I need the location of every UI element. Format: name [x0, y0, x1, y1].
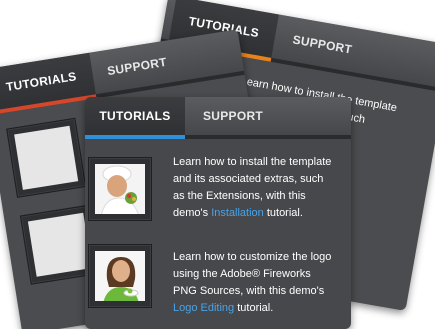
woman-photo: [27, 212, 92, 277]
text-suffix: tutorial.: [234, 302, 274, 314]
woman-illustration: [95, 251, 145, 301]
text-suffix: tutorial.: [263, 207, 303, 219]
tab-label: TUTORIALS: [4, 69, 78, 95]
accent-bar: [85, 135, 351, 139]
tab-bar: TUTORIALS SUPPORT: [85, 97, 351, 135]
logo-editing-link[interactable]: Logo Editing: [173, 302, 234, 314]
text-line: PNG Sources, with this demo's: [173, 285, 325, 297]
chef-photo: [95, 164, 145, 214]
thumbnail: [88, 244, 152, 308]
text-line: Learn how to customize the logo: [173, 251, 332, 263]
text-prefix: demo's: [173, 207, 212, 219]
thumbnail: [88, 157, 152, 221]
text-line: demo's Installation tutorial.: [173, 205, 351, 222]
tutorial-panel-front: TUTORIALS SUPPORT Learn how to install t…: [85, 97, 351, 329]
text-line: Learn how to install the template: [173, 156, 332, 168]
tab-label: SUPPORT: [106, 54, 168, 79]
tab-tutorials[interactable]: TUTORIALS: [85, 97, 185, 135]
installation-link[interactable]: Installation: [211, 207, 264, 219]
item-text: Learn how to customize the logo using th…: [173, 249, 351, 317]
text-line: and its associated extras, such: [173, 173, 324, 185]
tab-support[interactable]: SUPPORT: [189, 97, 277, 135]
woman-photo: [95, 251, 145, 301]
chef-illustration: [95, 164, 145, 214]
text-line: using the Adobe® Fireworks: [173, 268, 311, 280]
thumbnail: [6, 117, 87, 198]
item-text: Learn how to install the template and it…: [173, 154, 351, 222]
chef-photo: [14, 125, 79, 190]
text-line: Logo Editing tutorial.: [173, 300, 351, 317]
tab-support[interactable]: SUPPORT: [271, 14, 373, 74]
text-line: as the Extensions, with this: [173, 190, 306, 202]
tab-label: SUPPORT: [291, 32, 354, 57]
tab-label: TUTORIALS: [99, 109, 171, 123]
tab-label: SUPPORT: [202, 109, 264, 123]
